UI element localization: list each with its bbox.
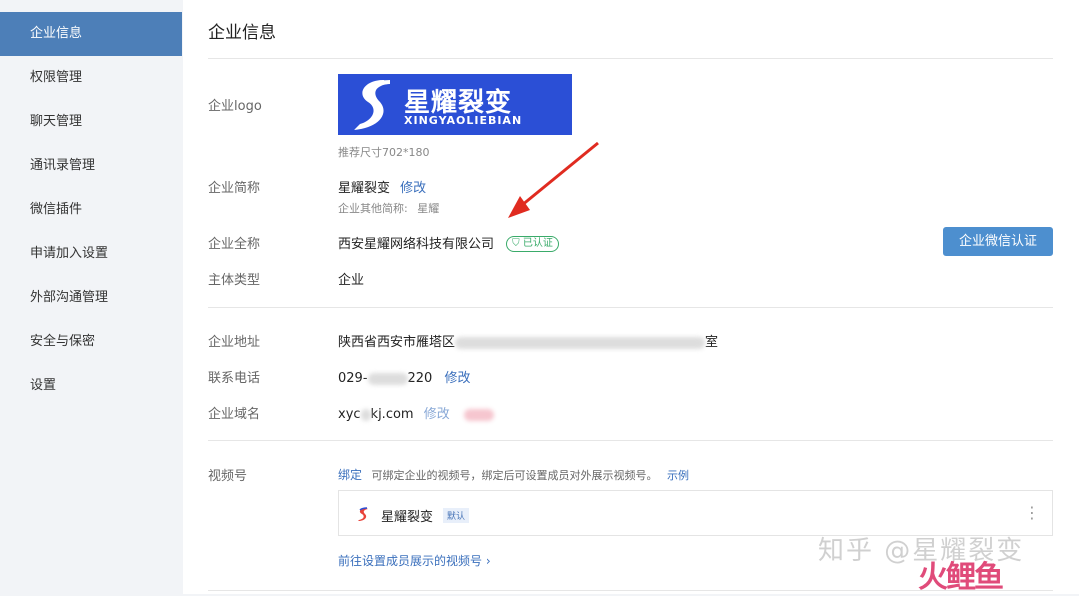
red-arrow-annotation xyxy=(508,141,599,218)
brand-watermark: 火鲤鱼 xyxy=(918,560,1004,595)
